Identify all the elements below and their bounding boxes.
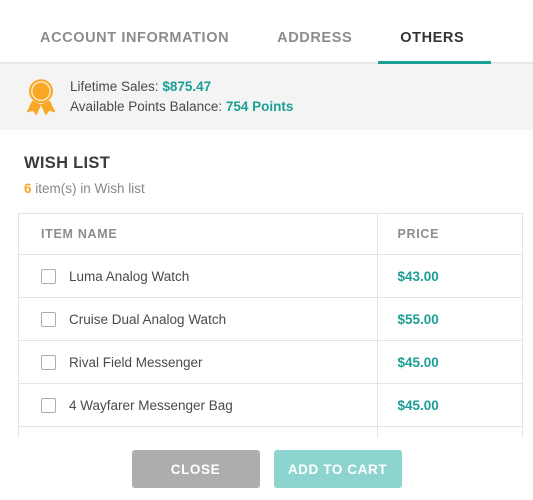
item-price-cell: $55.00 <box>376 297 522 341</box>
item-name-label: Luma Analog Watch <box>69 268 190 284</box>
points-balance-line: Available Points Balance: 754 Points <box>70 97 293 117</box>
wishlist-table: ITEM NAME PRICE Luma Analog Watch $43.00 <box>19 214 522 470</box>
tab-address[interactable]: ADDRESS <box>277 30 352 64</box>
table-row[interactable]: Luma Analog Watch $43.00 <box>19 254 522 298</box>
table-row[interactable]: 4 Wayfarer Messenger Bag $45.00 <box>19 383 522 427</box>
points-balance-label: Available Points Balance: <box>70 99 223 114</box>
column-header-item-name: ITEM NAME <box>19 214 377 255</box>
rewards-banner: Lifetime Sales: $875.47 Available Points… <box>0 64 533 130</box>
close-button[interactable]: CLOSE <box>131 450 260 488</box>
item-name-cell: Rival Field Messenger <box>19 340 377 384</box>
column-header-price: PRICE <box>376 214 522 255</box>
wishlist-title: WISH LIST <box>24 154 111 172</box>
tab-account-information[interactable]: ACCOUNT INFORMATION <box>40 30 229 64</box>
item-price-cell: $45.00 <box>376 340 522 384</box>
wishlist-item-count: 6 item(s) in Wish list <box>24 181 533 196</box>
item-checkbox[interactable] <box>41 354 56 370</box>
lifetime-sales-line: Lifetime Sales: $875.47 <box>70 77 293 97</box>
wishlist-count-suffix: item(s) in Wish list <box>31 181 145 196</box>
points-balance-value: 754 Points <box>225 99 294 114</box>
tab-bar: ACCOUNT INFORMATION ADDRESS OTHERS <box>0 0 533 64</box>
wishlist-header: WISH LIST 6 item(s) in Wish list <box>0 130 533 196</box>
customer-view-modal: ACCOUNT INFORMATION ADDRESS OTHERS Lifet… <box>0 0 533 500</box>
item-price-cell: $43.00 <box>376 254 522 298</box>
wishlist-count-number: 6 <box>24 181 32 196</box>
award-ribbon-icon <box>18 74 64 120</box>
table-row[interactable]: Cruise Dual Analog Watch $55.00 <box>19 297 522 341</box>
lifetime-sales-value: $875.47 <box>162 78 212 94</box>
item-checkbox[interactable] <box>41 268 56 284</box>
table-row[interactable]: Rival Field Messenger $45.00 <box>19 340 522 384</box>
add-to-cart-button[interactable]: ADD TO CART <box>273 450 402 488</box>
tab-others[interactable]: OTHERS <box>378 30 492 64</box>
item-checkbox[interactable] <box>41 311 56 327</box>
item-name-label: Rival Field Messenger <box>69 354 203 370</box>
item-name-cell: Luma Analog Watch <box>19 254 377 298</box>
table-header-row: ITEM NAME PRICE <box>19 214 522 255</box>
lifetime-sales-label: Lifetime Sales: <box>70 78 159 94</box>
item-checkbox[interactable] <box>41 397 56 413</box>
item-price-cell: $45.00 <box>376 383 522 427</box>
item-name-cell: Cruise Dual Analog Watch <box>19 297 377 341</box>
item-name-label: 4 Wayfarer Messenger Bag <box>69 397 233 413</box>
modal-footer: CLOSE ADD TO CART <box>0 438 533 500</box>
table-header: ITEM NAME PRICE <box>19 214 522 255</box>
item-name-label: Cruise Dual Analog Watch <box>69 311 227 327</box>
item-name-cell: 4 Wayfarer Messenger Bag <box>19 383 377 427</box>
